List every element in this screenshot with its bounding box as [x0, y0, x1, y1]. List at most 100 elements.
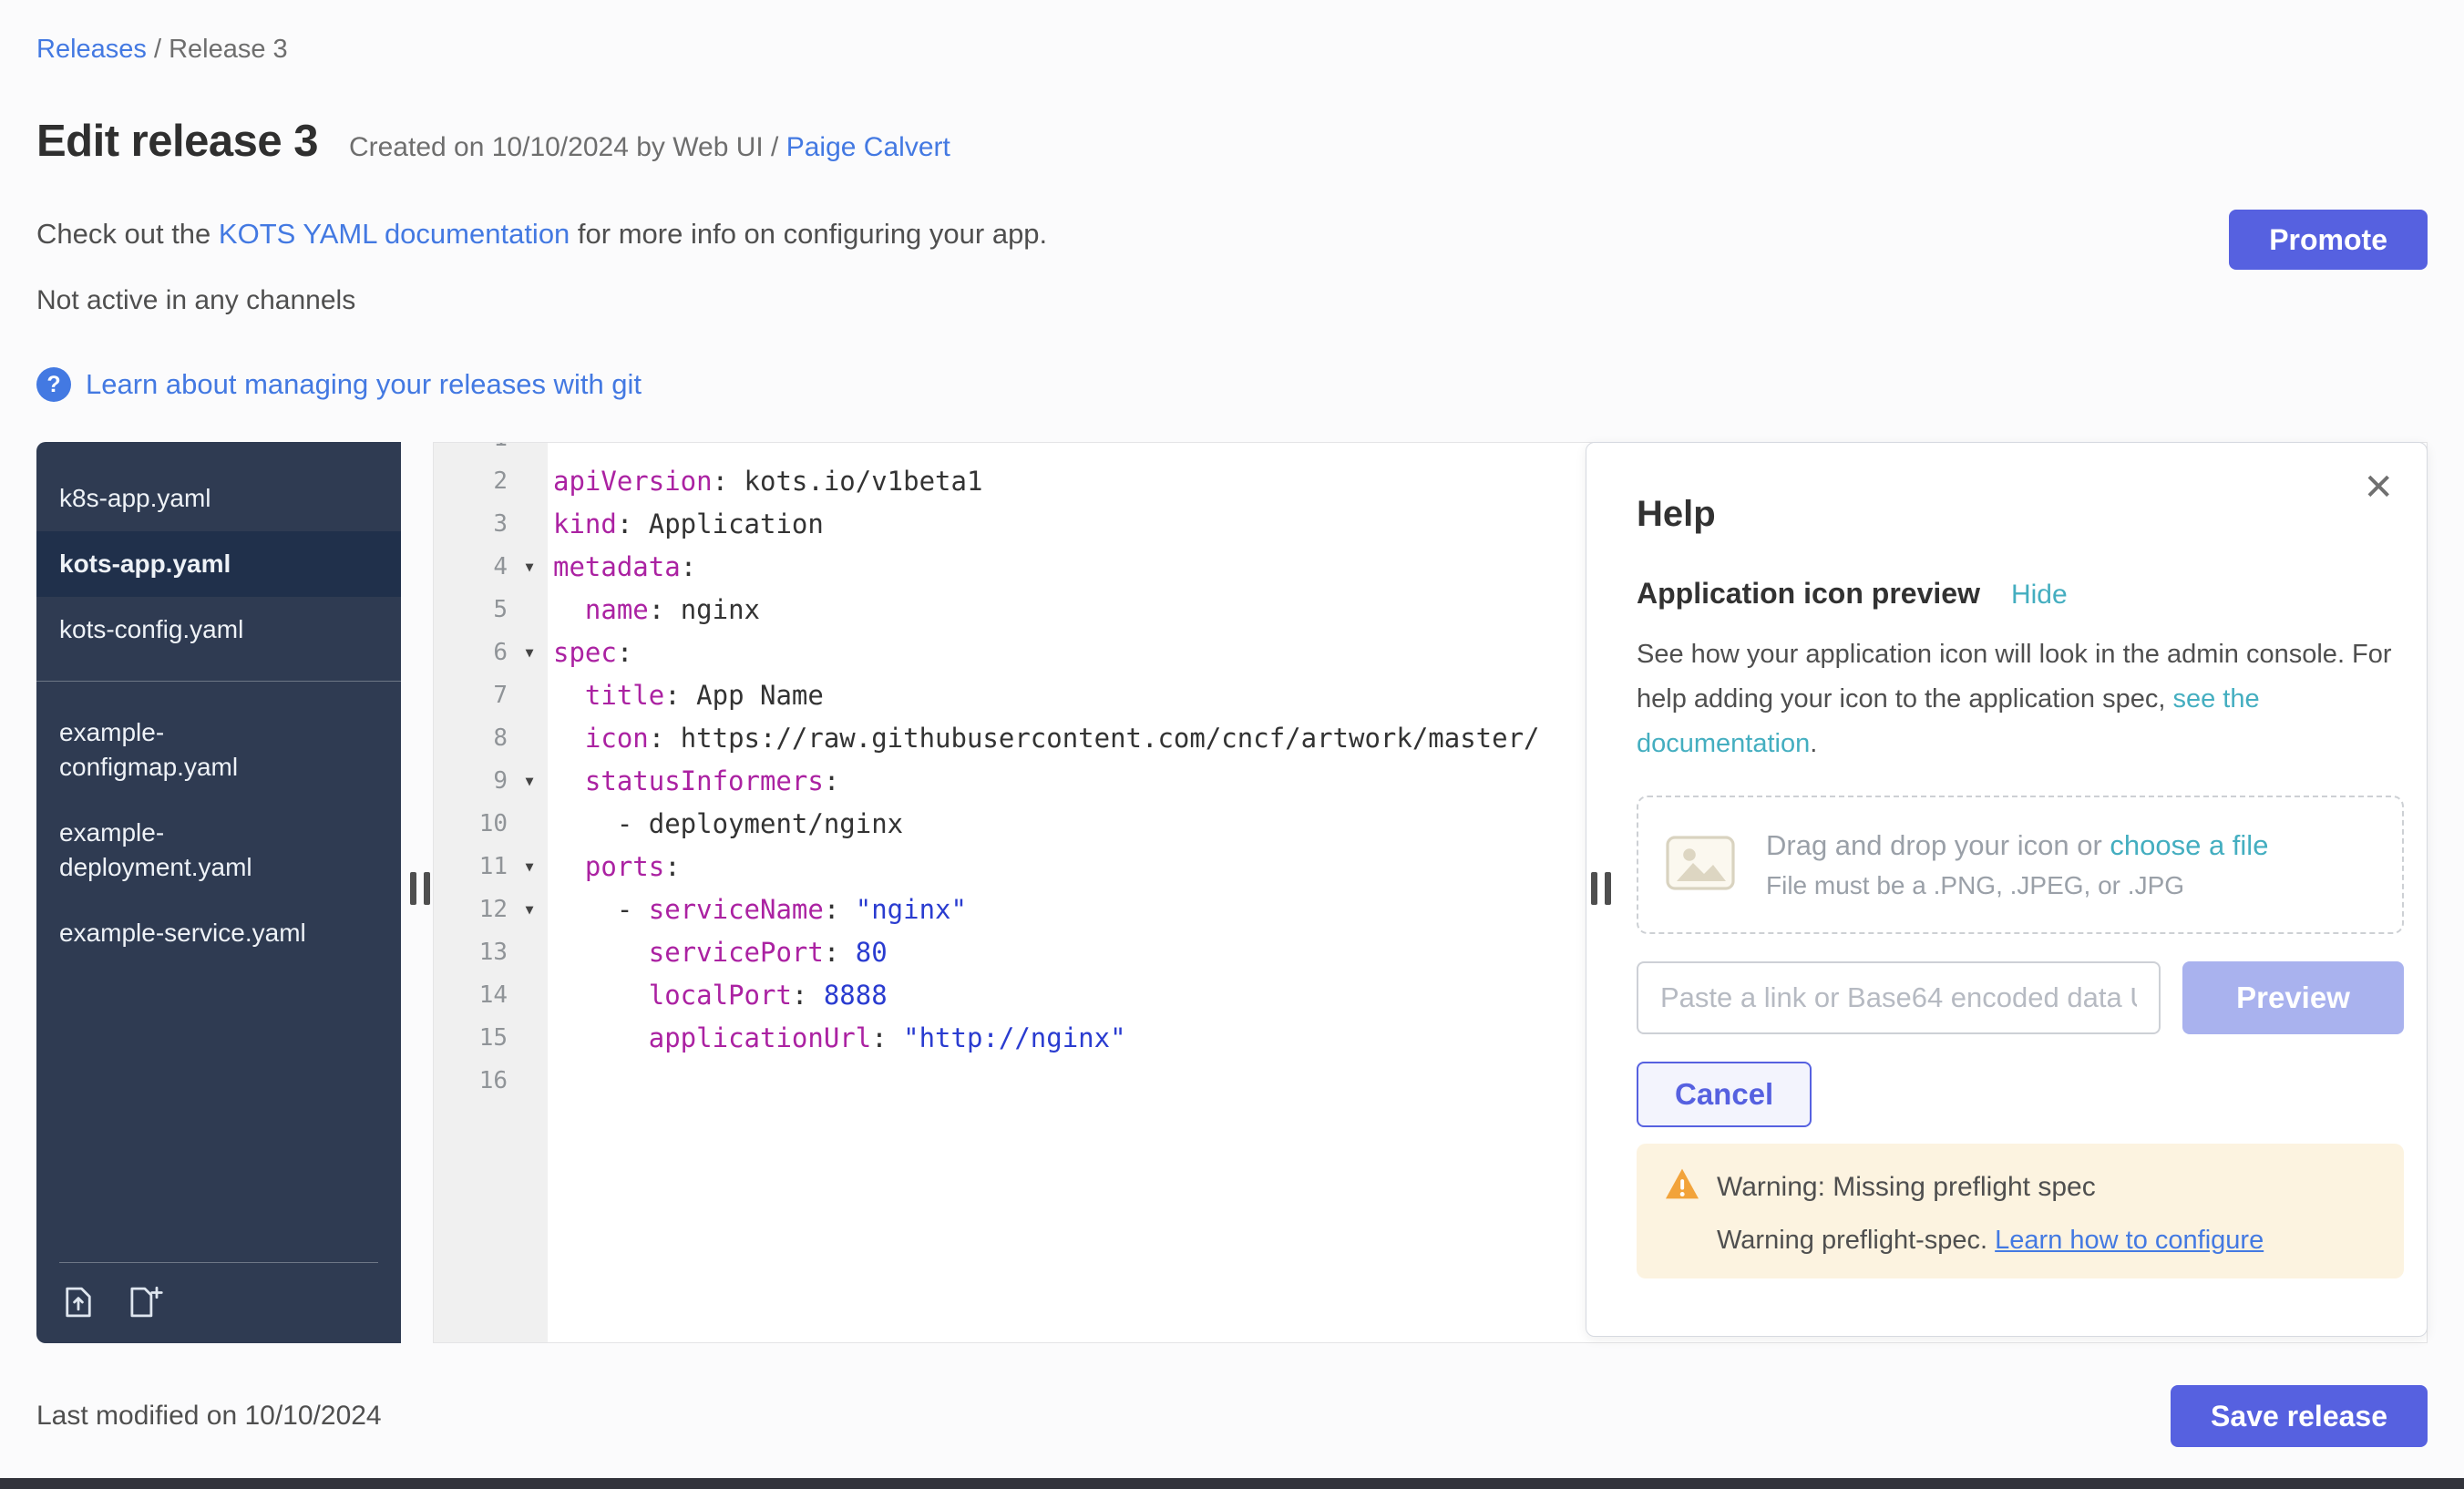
line-number: 14 [434, 974, 511, 1017]
file-list-divider [36, 681, 401, 682]
save-release-button[interactable]: Save release [2171, 1385, 2428, 1447]
title-row: Edit release 3 Created on 10/10/2024 by … [36, 116, 2428, 167]
file-list: k8s-app.yaml kots-app.yaml kots-config.yam… [36, 442, 401, 966]
help-panel-resize-handle[interactable] [1591, 872, 1611, 905]
icon-preview-description: See how your application icon will look … [1637, 632, 2404, 766]
icon-dropzone[interactable]: Drag and drop your icon or choose a file… [1637, 796, 2404, 934]
docs-info-line: Check out the KOTS YAML documentation fo… [36, 218, 2428, 251]
code-text: - serviceName: "nginx" [548, 888, 967, 931]
learn-how-to-configure-link[interactable]: Learn how to configure [1995, 1226, 2264, 1255]
created-by-link[interactable]: Paige Calvert [786, 132, 950, 162]
sidebar-footer-divider [59, 1262, 378, 1263]
gutter-cell: 2 [434, 460, 548, 503]
code-text: statusInformers: [548, 760, 839, 803]
file-item-label: example-deployment.yaml [59, 816, 325, 885]
sidebar-resize-handle[interactable] [410, 872, 430, 905]
line-number: 11 [434, 846, 511, 888]
file-item-k8s-app-yaml[interactable]: k8s-app.yaml [36, 466, 401, 531]
sidebar-footer [36, 1262, 401, 1343]
code-text: icon: https://raw.githubusercontent.com/… [548, 717, 1540, 760]
breadcrumb-separator: / [147, 35, 169, 64]
fold-caret-icon[interactable]: ▾ [511, 546, 548, 589]
icon-url-input[interactable] [1637, 961, 2161, 1034]
code-text: servicePort: 80 [548, 931, 888, 974]
cancel-button[interactable]: Cancel [1637, 1062, 1812, 1127]
breadcrumb-current: Release 3 [169, 35, 288, 64]
warning-box: Warning: Missing preflight spec Warning … [1637, 1144, 2404, 1278]
code-text: applicationUrl: "http://nginx" [548, 1017, 1126, 1060]
description-text: See how your application icon will look … [1637, 640, 2392, 714]
gutter-cell: 12▾ [434, 888, 548, 931]
fold-caret-icon[interactable]: ▾ [511, 760, 548, 803]
release-editor-workspace: k8s-app.yaml kots-app.yaml kots-config.yam… [36, 442, 2428, 1343]
file-item-example-deployment-yaml[interactable]: example-deployment.yaml [36, 800, 401, 900]
created-text: Created on 10/10/2024 by Web UI / [349, 132, 786, 162]
fold-caret-icon[interactable]: ▾ [511, 888, 548, 931]
upload-file-icon[interactable] [59, 1283, 98, 1321]
hide-link[interactable]: Hide [2011, 580, 2068, 611]
breadcrumb-releases-link[interactable]: Releases [36, 35, 147, 64]
warning-detail: Warning preflight-spec. Learn how to con… [1717, 1226, 2377, 1256]
new-file-icon[interactable] [125, 1283, 163, 1321]
help-panel-title: Help [1637, 494, 2404, 535]
git-help-row: ? Learn about managing your releases wit… [36, 367, 2428, 402]
last-modified: Last modified on 10/10/2024 [36, 1401, 382, 1432]
code-text: spec: [548, 632, 632, 674]
file-item-kots-config-yaml[interactable]: kots-config.yaml [36, 597, 401, 662]
line-number: 8 [434, 717, 511, 760]
footer-row: Last modified on 10/10/2024 Save release [36, 1385, 2428, 1447]
icon-url-row: Preview [1637, 961, 2404, 1034]
warning-title-row: Warning: Missing preflight spec [1664, 1167, 2377, 1207]
dropzone-text-block: Drag and drop your icon or choose a file… [1766, 829, 2268, 900]
gutter-cell: 5 [434, 589, 548, 632]
code-text: localPort: 8888 [548, 974, 888, 1017]
choose-a-file-link[interactable]: choose a file [2110, 829, 2268, 861]
bottom-window-edge [0, 1478, 2464, 1489]
line-number: 6 [434, 632, 511, 674]
edit-release-page: Releases / Release 3 Edit release 3 Crea… [0, 0, 2464, 1478]
file-item-example-service-yaml[interactable]: example-service.yaml [36, 900, 401, 966]
file-item-kots-app-yaml[interactable]: kots-app.yaml [36, 531, 401, 597]
line-number: 15 [434, 1017, 511, 1060]
code-text: metadata: [548, 546, 696, 589]
channel-status: Not active in any channels [36, 285, 2428, 316]
image-placeholder-icon [1666, 836, 1735, 895]
page-title: Edit release 3 [36, 116, 318, 167]
line-number: 13 [434, 931, 511, 974]
docs-suffix: for more info on configuring your app. [570, 218, 1047, 250]
preview-button[interactable]: Preview [2182, 961, 2404, 1034]
file-item-label: example-configmap.yaml [59, 715, 325, 785]
kots-yaml-docs-link[interactable]: KOTS YAML documentation [219, 218, 570, 250]
line-number: 7 [434, 674, 511, 717]
warning-title: Warning: Missing preflight spec [1717, 1172, 2096, 1203]
fold-caret-icon[interactable]: ▾ [511, 632, 548, 674]
code-text: title: App Name [548, 674, 824, 717]
fold-caret-icon[interactable]: ▾ [511, 846, 548, 888]
file-sidebar: k8s-app.yaml kots-app.yaml kots-config.yam… [36, 442, 401, 1343]
file-item-label: kots-config.yaml [59, 612, 325, 647]
description-suffix: . [1810, 729, 1817, 758]
file-item-label: k8s-app.yaml [59, 481, 325, 516]
file-item-label: kots-app.yaml [59, 547, 325, 581]
gutter-cell: 4▾ [434, 546, 548, 589]
code-text: kind: Application [548, 503, 824, 546]
line-number: 2 [434, 460, 511, 503]
help-panel: ✕ Help Application icon preview Hide See… [1586, 442, 2428, 1337]
gutter-cell: 13 [434, 931, 548, 974]
file-item-example-configmap-yaml[interactable]: example-configmap.yaml [36, 700, 401, 800]
code-text: ports: [548, 846, 681, 888]
close-icon[interactable]: ✕ [2357, 468, 2399, 507]
gutter-cell: 15 [434, 1017, 548, 1060]
code-text: --- [548, 442, 601, 460]
line-number: 3 [434, 503, 511, 546]
line-number: 9 [434, 760, 511, 803]
code-text: apiVersion: kots.io/v1beta1 [548, 460, 982, 503]
created-info: Created on 10/10/2024 by Web UI / Paige … [349, 132, 950, 163]
line-number: 12 [434, 888, 511, 931]
gutter-cell: 6▾ [434, 632, 548, 674]
git-help-link[interactable]: Learn about managing your releases with … [86, 368, 642, 401]
icon-preview-title: Application icon preview [1637, 577, 1980, 611]
promote-button[interactable]: Promote [2229, 210, 2428, 270]
dropzone-subtext: File must be a .PNG, .JPEG, or .JPG [1766, 871, 2268, 900]
warning-detail-text: Warning preflight-spec. [1717, 1226, 1995, 1255]
